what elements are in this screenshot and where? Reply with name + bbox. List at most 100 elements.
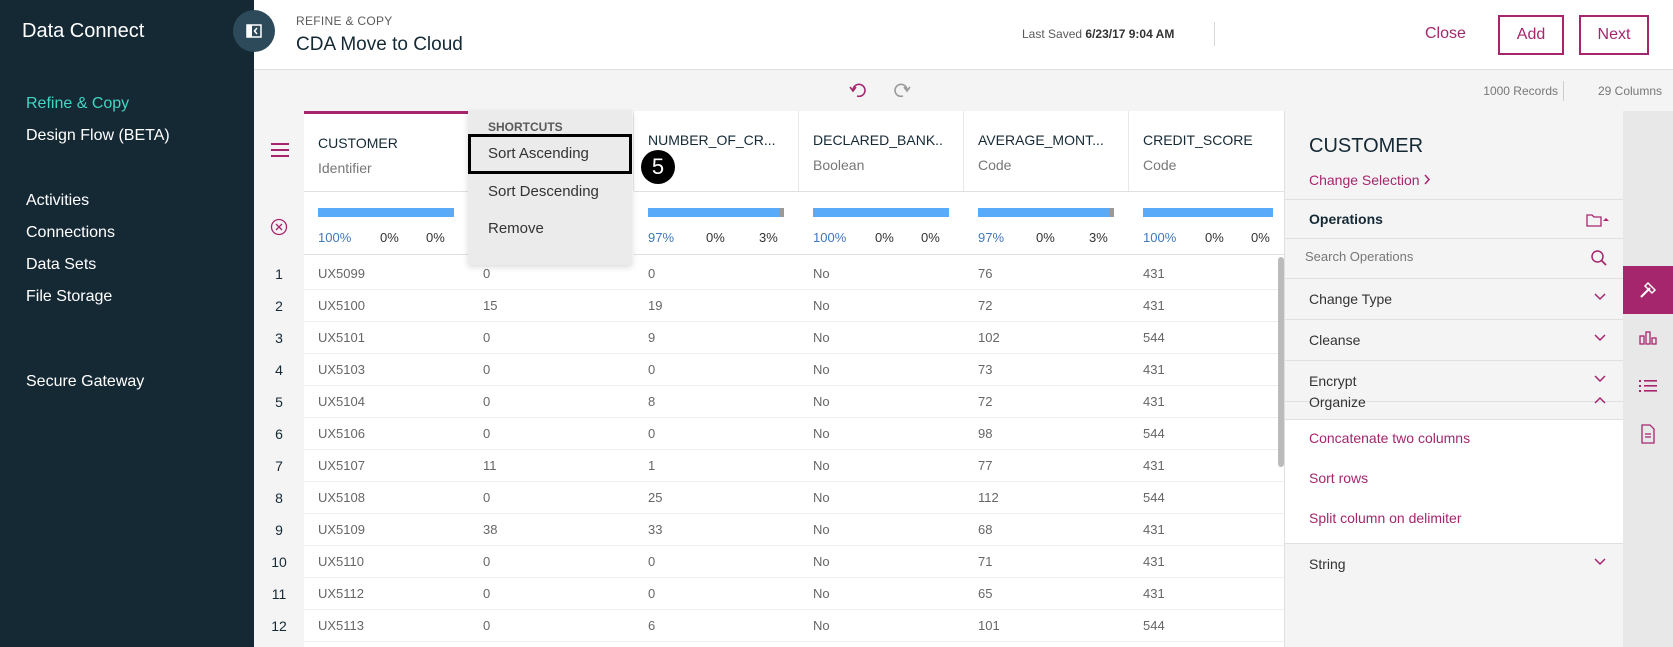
table-cell[interactable]: No [813, 266, 830, 281]
column-header-customer[interactable]: CUSTOMER Identifier [304, 111, 469, 191]
table-cell[interactable]: UX5113 [318, 618, 364, 633]
table-cell[interactable]: 9 [648, 330, 655, 345]
clear-icon[interactable] [270, 218, 288, 236]
table-cell[interactable]: 0 [483, 554, 490, 569]
split-column-link[interactable]: Split column on delimiter [1309, 510, 1462, 526]
table-cell[interactable]: 0 [648, 426, 655, 441]
table-cell[interactable]: 0 [483, 586, 490, 601]
sidebar-item-data-sets[interactable]: Data Sets [26, 249, 115, 281]
table-cell[interactable]: 65 [978, 586, 992, 601]
column-header-credit-score[interactable]: CREDIT_SCORE Code [1129, 111, 1284, 191]
table-cell[interactable]: 33 [648, 522, 662, 537]
table-cell[interactable]: 0 [483, 426, 490, 441]
redo-icon[interactable] [892, 81, 912, 101]
table-cell[interactable]: 544 [1143, 490, 1165, 505]
table-cell[interactable]: 431 [1143, 554, 1165, 569]
table-cell[interactable]: UX5108 [318, 490, 365, 505]
table-cell[interactable]: UX5109 [318, 522, 365, 537]
table-cell[interactable]: UX5110 [318, 554, 364, 569]
table-cell[interactable]: 0 [483, 362, 490, 377]
collapse-sidebar-button[interactable] [233, 10, 275, 52]
search-icon[interactable] [1590, 249, 1608, 267]
table-cell[interactable]: 0 [648, 586, 655, 601]
operations-tool-button[interactable] [1623, 266, 1673, 314]
table-cell[interactable]: No [813, 458, 830, 473]
table-cell[interactable]: No [813, 586, 830, 601]
table-cell[interactable]: No [813, 490, 830, 505]
sort-ascending-menu-item[interactable]: Sort Ascending [468, 134, 632, 174]
section-change-type[interactable]: Change Type [1285, 279, 1624, 320]
sidebar-item-secure-gateway[interactable]: Secure Gateway [26, 366, 144, 398]
table-cell[interactable]: 0 [483, 266, 490, 281]
concatenate-columns-link[interactable]: Concatenate two columns [1309, 430, 1470, 446]
table-cell[interactable]: 0 [483, 394, 490, 409]
table-cell[interactable]: UX5104 [318, 394, 365, 409]
folder-collapse-icon[interactable] [1586, 213, 1610, 227]
table-cell[interactable]: 38 [483, 522, 497, 537]
menu-icon[interactable] [270, 141, 290, 159]
table-cell[interactable]: No [813, 522, 830, 537]
table-cell[interactable]: 0 [483, 618, 490, 633]
table-cell[interactable]: 544 [1143, 618, 1165, 633]
table-cell[interactable]: 98 [978, 426, 992, 441]
table-cell[interactable]: 0 [483, 330, 490, 345]
change-selection-link[interactable]: Change Selection [1309, 172, 1431, 188]
table-cell[interactable]: 76 [978, 266, 992, 281]
table-cell[interactable]: 19 [648, 298, 662, 313]
table-cell[interactable]: 72 [978, 394, 992, 409]
table-cell[interactable]: 101 [978, 618, 1000, 633]
table-cell[interactable]: 431 [1143, 362, 1165, 377]
document-tool-button[interactable] [1623, 410, 1673, 458]
column-header-declared-bank[interactable]: DECLARED_BANK.. Boolean [799, 111, 964, 191]
table-cell[interactable]: 0 [648, 554, 655, 569]
table-cell[interactable]: 0 [648, 362, 655, 377]
table-cell[interactable]: 6 [648, 618, 655, 633]
table-cell[interactable]: 431 [1143, 458, 1165, 473]
close-button[interactable]: Close [1425, 25, 1466, 43]
table-cell[interactable]: UX5112 [318, 586, 364, 601]
table-cell[interactable]: No [813, 330, 830, 345]
table-cell[interactable]: No [813, 362, 830, 377]
column-header-average-mont[interactable]: AVERAGE_MONT... Code [964, 111, 1129, 191]
table-cell[interactable]: No [813, 618, 830, 633]
table-cell[interactable]: UX5100 [318, 298, 365, 313]
table-cell[interactable]: UX5106 [318, 426, 365, 441]
table-cell[interactable]: 431 [1143, 522, 1165, 537]
sidebar-item-file-storage[interactable]: File Storage [26, 281, 115, 313]
table-cell[interactable]: 431 [1143, 266, 1165, 281]
table-cell[interactable]: 544 [1143, 426, 1165, 441]
next-button[interactable]: Next [1579, 15, 1649, 55]
section-organize[interactable]: Organize [1285, 379, 1624, 420]
table-cell[interactable]: UX5107 [318, 458, 365, 473]
table-cell[interactable]: 11 [483, 458, 497, 473]
sidebar-item-refine-copy[interactable]: Refine & Copy [26, 88, 170, 120]
table-cell[interactable]: 102 [978, 330, 1000, 345]
search-operations-input[interactable] [1305, 249, 1575, 264]
table-cell[interactable]: 544 [1143, 330, 1165, 345]
sort-rows-link[interactable]: Sort rows [1309, 470, 1368, 486]
table-cell[interactable]: 72 [978, 298, 992, 313]
table-cell[interactable]: 0 [648, 266, 655, 281]
steps-tool-button[interactable] [1623, 362, 1673, 410]
table-cell[interactable]: No [813, 426, 830, 441]
table-cell[interactable]: 25 [648, 490, 662, 505]
table-cell[interactable]: UX5099 [318, 266, 365, 281]
breadcrumb[interactable]: REFINE & COPY [296, 14, 393, 28]
undo-icon[interactable] [848, 81, 868, 101]
table-cell[interactable]: No [813, 298, 830, 313]
table-cell[interactable]: 431 [1143, 298, 1165, 313]
table-cell[interactable]: 431 [1143, 394, 1165, 409]
table-cell[interactable]: No [813, 394, 830, 409]
table-cell[interactable]: 71 [978, 554, 992, 569]
table-cell[interactable]: 8 [648, 394, 655, 409]
table-cell[interactable]: UX5103 [318, 362, 365, 377]
sidebar-item-connections[interactable]: Connections [26, 217, 115, 249]
sidebar-item-design-flow[interactable]: Design Flow (BETA) [26, 120, 170, 152]
table-cell[interactable]: 68 [978, 522, 992, 537]
profile-tool-button[interactable] [1623, 314, 1673, 362]
section-cleanse[interactable]: Cleanse [1285, 320, 1624, 361]
remove-menu-item[interactable]: Remove [468, 209, 632, 249]
table-cell[interactable]: 112 [978, 490, 999, 505]
table-cell[interactable]: 77 [978, 458, 992, 473]
table-cell[interactable]: 1 [648, 458, 655, 473]
